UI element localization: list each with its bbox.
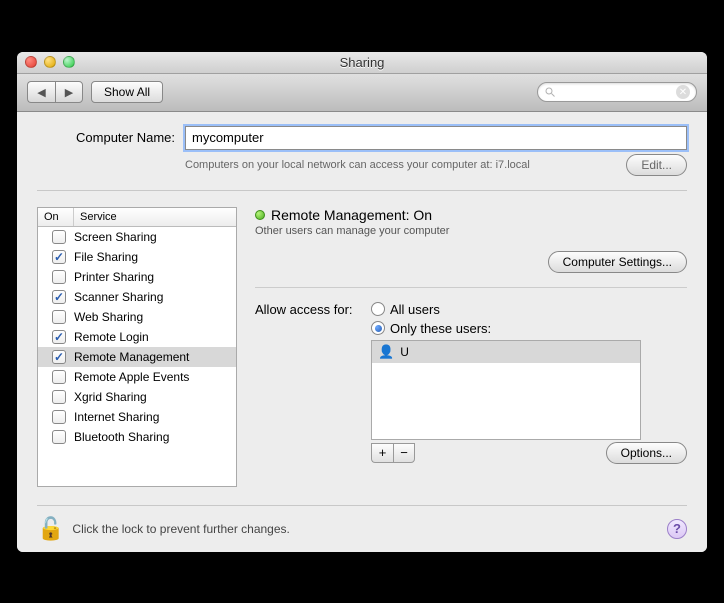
window-title: Sharing	[17, 55, 707, 70]
service-row[interactable]: Scanner Sharing	[38, 287, 236, 307]
user-name: U	[400, 345, 409, 359]
status-row: Remote Management: On	[255, 207, 687, 223]
service-checkbox[interactable]	[52, 290, 66, 304]
computer-name-label: Computer Name:	[37, 130, 175, 145]
service-row[interactable]: File Sharing	[38, 247, 236, 267]
service-checkbox[interactable]	[52, 430, 66, 444]
search-icon	[544, 86, 556, 98]
add-user-button[interactable]: +	[371, 443, 393, 463]
access-all-users-row: Allow access for: All users	[255, 302, 687, 317]
service-row[interactable]: Screen Sharing	[38, 227, 236, 247]
forward-button[interactable]: ▶	[55, 81, 83, 103]
service-label: Remote Apple Events	[74, 370, 189, 384]
service-checkbox[interactable]	[52, 270, 66, 284]
lock-icon[interactable]: 🔓	[37, 516, 64, 542]
service-checkbox[interactable]	[52, 310, 66, 324]
service-label: Xgrid Sharing	[74, 390, 147, 404]
radio-all-users[interactable]: All users	[371, 302, 440, 317]
radio-icon	[371, 302, 385, 316]
show-all-button[interactable]: Show All	[91, 81, 163, 103]
status-title: Remote Management: On	[271, 207, 432, 223]
radio-all-users-label: All users	[390, 302, 440, 317]
service-row[interactable]: Printer Sharing	[38, 267, 236, 287]
content: Computer Name: Computers on your local n…	[17, 112, 707, 552]
main-split: On Service Screen Sharing File Sharing Pri…	[37, 190, 687, 487]
allow-access-label: Allow access for:	[255, 302, 365, 317]
computer-name-sub-row: Computers on your local network can acce…	[37, 154, 687, 176]
user-row[interactable]: 👤U	[372, 341, 640, 363]
service-label: Internet Sharing	[74, 410, 159, 424]
service-row[interactable]: Remote Management	[38, 347, 236, 367]
service-row[interactable]: Xgrid Sharing	[38, 387, 236, 407]
nav-buttons: ◀ ▶	[27, 81, 83, 103]
service-checkbox[interactable]	[52, 370, 66, 384]
col-on: On	[38, 208, 74, 226]
user-list[interactable]: 👤U	[371, 340, 641, 440]
service-label: Printer Sharing	[74, 270, 154, 284]
radio-only-users[interactable]: Only these users:	[371, 321, 491, 336]
service-label: Remote Management	[74, 350, 189, 364]
computer-name-subtext: Computers on your local network can acce…	[185, 159, 616, 171]
computer-name-input[interactable]	[185, 126, 687, 150]
user-list-buttons: + −	[371, 443, 415, 463]
radio-only-users-label: Only these users:	[390, 321, 491, 336]
options-button[interactable]: Options...	[606, 442, 687, 464]
status-sub: Other users can manage your computer	[255, 225, 687, 237]
service-label: Scanner Sharing	[74, 290, 163, 304]
toolbar: ◀ ▶ Show All ✕	[17, 74, 707, 112]
service-detail: Remote Management: On Other users can ma…	[255, 207, 687, 487]
service-checkbox[interactable]	[52, 250, 66, 264]
service-checkbox[interactable]	[52, 410, 66, 424]
computer-name-row: Computer Name:	[37, 126, 687, 150]
service-label: Remote Login	[74, 330, 149, 344]
service-row[interactable]: Bluetooth Sharing	[38, 427, 236, 447]
services-header: On Service	[38, 208, 236, 227]
service-checkbox[interactable]	[52, 390, 66, 404]
service-label: Web Sharing	[74, 310, 143, 324]
back-button[interactable]: ◀	[27, 81, 55, 103]
titlebar: Sharing	[17, 52, 707, 74]
service-row[interactable]: Web Sharing	[38, 307, 236, 327]
search-input[interactable]: ✕	[537, 82, 697, 102]
footer: 🔓 Click the lock to prevent further chan…	[37, 505, 687, 542]
computer-settings-button[interactable]: Computer Settings...	[548, 251, 687, 273]
service-label: File Sharing	[74, 250, 138, 264]
help-button[interactable]: ?	[667, 519, 687, 539]
col-service: Service	[74, 208, 236, 226]
service-label: Screen Sharing	[74, 230, 157, 244]
service-checkbox[interactable]	[52, 230, 66, 244]
service-checkbox[interactable]	[52, 350, 66, 364]
service-row[interactable]: Internet Sharing	[38, 407, 236, 427]
service-row[interactable]: Remote Login	[38, 327, 236, 347]
service-checkbox[interactable]	[52, 330, 66, 344]
status-led-icon	[255, 210, 265, 220]
remove-user-button[interactable]: −	[393, 443, 415, 463]
service-label: Bluetooth Sharing	[74, 430, 169, 444]
divider	[255, 287, 687, 288]
radio-icon	[371, 321, 385, 335]
services-list: On Service Screen Sharing File Sharing Pri…	[37, 207, 237, 487]
edit-button[interactable]: Edit...	[626, 154, 687, 176]
user-icon: 👤	[378, 344, 394, 360]
clear-search-icon[interactable]: ✕	[676, 85, 690, 99]
service-row[interactable]: Remote Apple Events	[38, 367, 236, 387]
preferences-window: Sharing ◀ ▶ Show All ✕ Computer Name: Co…	[17, 52, 707, 552]
access-only-users-row: Only these users:	[255, 321, 687, 336]
lock-text: Click the lock to prevent further change…	[72, 522, 289, 536]
